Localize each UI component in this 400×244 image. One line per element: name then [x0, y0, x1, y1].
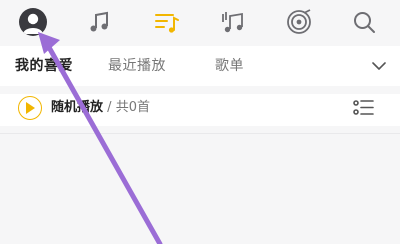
shuffle-play-bar: 随机播放 / 共0首 — [0, 94, 400, 126]
playlist-icon[interactable] — [153, 8, 181, 36]
music-note-icon[interactable] — [86, 8, 114, 36]
tab-favorites[interactable]: 我的喜爱 — [15, 57, 73, 75]
list-options-icon[interactable] — [352, 98, 376, 118]
library-tabs: 我的喜爱 最近播放 歌单 — [0, 46, 400, 86]
separator: / — [107, 100, 112, 115]
play-icon — [26, 102, 35, 114]
tab-recent-plays[interactable]: 最近播放 — [108, 57, 166, 75]
tab-playlists[interactable]: 歌单 — [215, 57, 244, 75]
play-button[interactable] — [18, 96, 42, 120]
divider — [0, 133, 400, 134]
shuffle-play-label-group[interactable]: 随机播放 / 共0首 — [51, 100, 150, 116]
avatar-icon[interactable] — [19, 8, 47, 36]
song-count: 共0首 — [115, 100, 150, 115]
music-library-icon[interactable] — [219, 8, 247, 36]
shuffle-play-label: 随机播放 — [51, 100, 104, 115]
section-gap — [0, 86, 400, 94]
radio-icon[interactable] — [285, 8, 313, 36]
chevron-down-icon[interactable] — [371, 58, 387, 74]
top-nav-bar — [0, 0, 400, 46]
search-icon[interactable] — [350, 8, 378, 36]
